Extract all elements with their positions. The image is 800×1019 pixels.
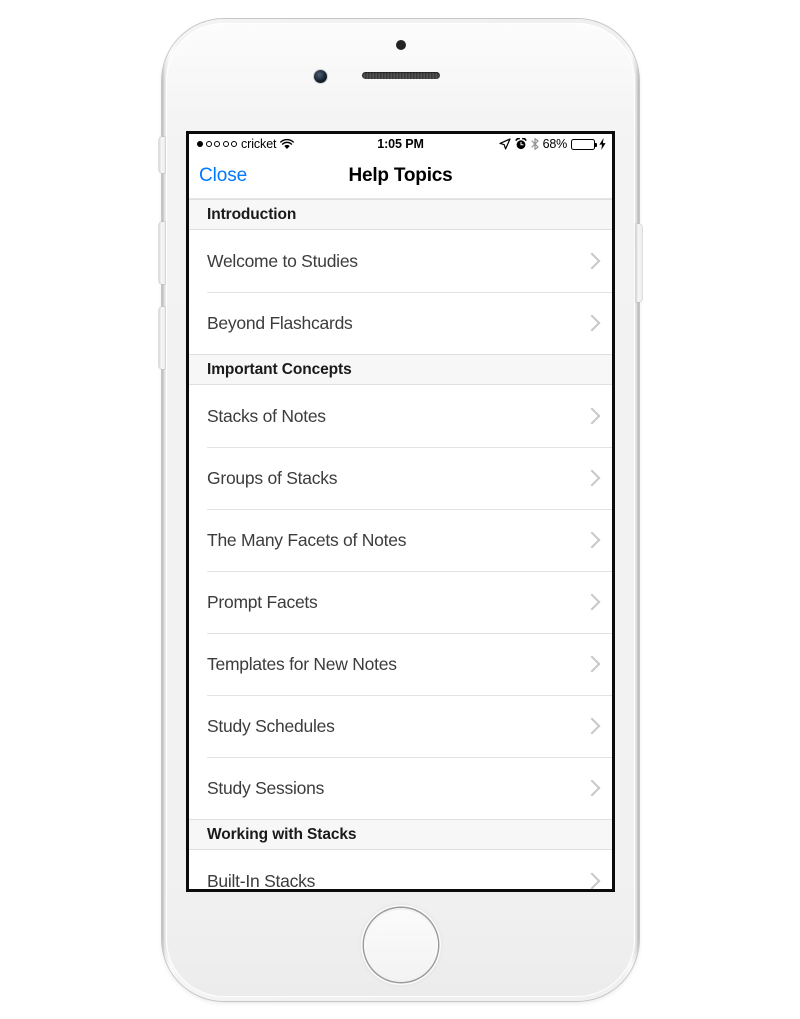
- help-topics-list[interactable]: Introduction Welcome to Studies Beyond Fla…: [189, 199, 612, 889]
- list-item-label: Built-In Stacks: [207, 870, 316, 890]
- navigation-bar: Close Help Topics: [189, 154, 612, 199]
- home-button[interactable]: [363, 908, 438, 982]
- list-item[interactable]: Prompt Facets: [189, 571, 612, 633]
- cellular-signal-icon: [197, 141, 237, 147]
- proximity-sensor-icon: [395, 40, 406, 50]
- status-bar-right: 68%: [498, 137, 606, 151]
- list-item-label: Welcome to Studies: [207, 250, 358, 271]
- chevron-right-icon: [583, 872, 601, 889]
- alarm-clock-icon: [514, 138, 527, 150]
- list-item-label: Templates for New Notes: [207, 653, 397, 674]
- lightning-bolt-icon: [599, 138, 606, 150]
- chevron-right-icon: [583, 469, 601, 487]
- chevron-right-icon: [583, 593, 601, 611]
- chevron-right-icon: [583, 314, 601, 332]
- chevron-right-icon: [583, 655, 601, 673]
- chevron-right-icon: [583, 779, 601, 797]
- list-item-label: Study Sessions: [207, 777, 325, 798]
- page-title: Help Topics: [348, 165, 453, 186]
- chevron-right-icon: [583, 252, 601, 270]
- location-arrow-icon: [498, 138, 511, 150]
- power-button[interactable]: [636, 224, 642, 302]
- list-item[interactable]: Stacks of Notes: [189, 385, 612, 447]
- list-item-label: Prompt Facets: [207, 591, 318, 612]
- earpiece-speaker-icon: [361, 72, 440, 79]
- list-item[interactable]: Welcome to Studies: [189, 230, 612, 292]
- chevron-right-icon: [583, 531, 601, 549]
- mute-switch[interactable]: [159, 137, 165, 173]
- list-item-label: The Many Facets of Notes: [207, 529, 407, 550]
- phone-screen: cricket 1:05 PM 68% Close Help Topics In…: [186, 131, 615, 892]
- chevron-right-icon: [583, 407, 601, 425]
- signal-dot: [222, 141, 229, 147]
- list-item[interactable]: Beyond Flashcards: [189, 292, 612, 354]
- list-item[interactable]: Templates for New Notes: [189, 633, 612, 695]
- list-item-label: Groups of Stacks: [207, 467, 338, 488]
- battery-percent-label: 68%: [542, 137, 568, 151]
- section-header: Introduction: [189, 199, 612, 230]
- signal-dot: [214, 141, 220, 147]
- chevron-right-icon: [583, 717, 601, 735]
- list-item[interactable]: Study Schedules: [189, 695, 612, 757]
- close-button[interactable]: Close: [199, 165, 247, 187]
- section-header: Working with Stacks: [189, 819, 612, 850]
- list-item[interactable]: Groups of Stacks: [189, 447, 612, 509]
- carrier-label: cricket: [241, 137, 277, 151]
- front-camera-icon: [314, 70, 327, 83]
- volume-down-button[interactable]: [159, 307, 165, 369]
- signal-dot: [197, 141, 203, 147]
- wifi-icon: [280, 138, 295, 150]
- volume-up-button[interactable]: [159, 222, 165, 284]
- signal-dot: [205, 141, 212, 147]
- iphone-device: cricket 1:05 PM 68% Close Help Topics In…: [159, 19, 642, 1001]
- list-item-label: Beyond Flashcards: [207, 312, 353, 333]
- bluetooth-icon: [530, 138, 539, 150]
- list-item[interactable]: Built-In Stacks: [189, 850, 612, 889]
- list-item[interactable]: Study Sessions: [189, 757, 612, 819]
- section-header: Important Concepts: [189, 354, 612, 385]
- list-item[interactable]: The Many Facets of Notes: [189, 509, 612, 571]
- signal-dot: [231, 141, 237, 147]
- status-bar-left: cricket: [197, 137, 295, 151]
- status-bar: cricket 1:05 PM 68%: [189, 134, 612, 154]
- battery-icon: [571, 138, 597, 150]
- list-item-label: Stacks of Notes: [207, 405, 326, 426]
- list-item-label: Study Schedules: [207, 715, 335, 736]
